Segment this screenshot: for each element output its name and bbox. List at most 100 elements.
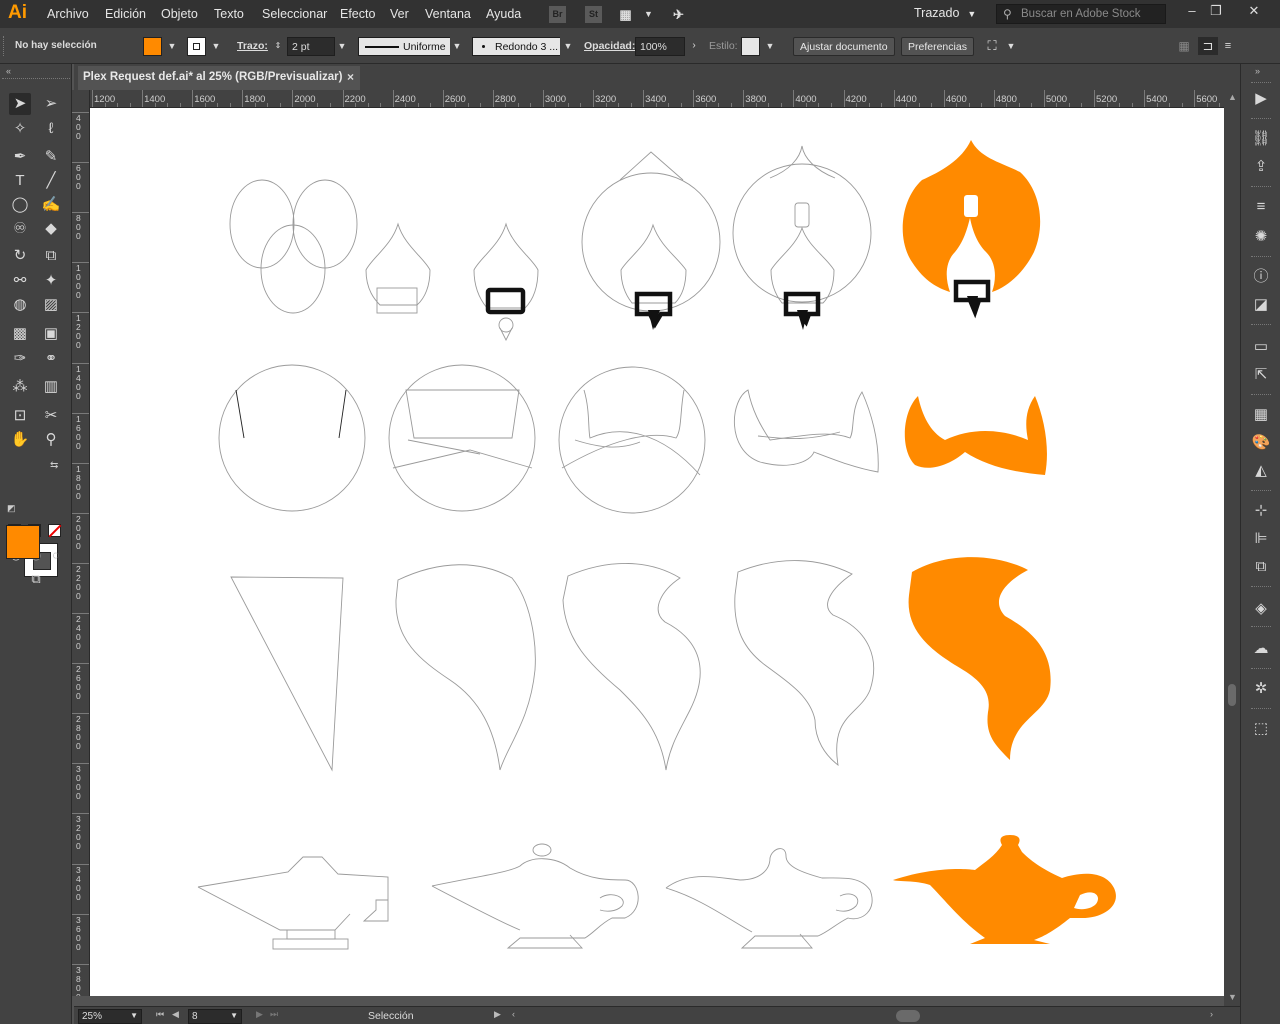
- scroll-up-icon[interactable]: ▲: [1228, 92, 1237, 102]
- transparency-icon[interactable]: ◪: [1250, 294, 1272, 316]
- stepper-icon[interactable]: ⇕: [272, 37, 284, 55]
- scroll-thumb[interactable]: [1228, 684, 1236, 706]
- bridge-icon[interactable]: Br: [549, 6, 566, 23]
- close-icon[interactable]: ×: [347, 70, 354, 84]
- canvas[interactable]: [90, 108, 1224, 996]
- workspace-switcher[interactable]: Trazado ▼: [914, 6, 976, 20]
- shape-builder-tool-icon[interactable]: ◍: [9, 294, 31, 316]
- vertical-scrollbar[interactable]: ▲ ▼: [1224, 90, 1240, 1006]
- menu-ver[interactable]: Ver: [390, 7, 409, 21]
- panel-grip[interactable]: [1251, 186, 1271, 189]
- panel-grip[interactable]: [1251, 82, 1271, 85]
- fill-color-swatch[interactable]: [6, 525, 40, 559]
- rotate-tool-icon[interactable]: ↻: [9, 245, 31, 267]
- eraser-tool-icon[interactable]: ◆: [40, 218, 62, 240]
- menu-edicion[interactable]: Edición: [105, 7, 146, 21]
- direct-selection-tool-icon[interactable]: ➢: [40, 93, 62, 115]
- stock-icon[interactable]: St: [585, 6, 602, 23]
- collapse-icon[interactable]: «: [6, 66, 11, 76]
- panel-grip[interactable]: [1251, 394, 1271, 397]
- align-icon[interactable]: ▦: [1176, 37, 1192, 55]
- scroll-left-icon[interactable]: ‹: [512, 1009, 515, 1019]
- symbol-sprayer-tool-icon[interactable]: ⁂: [9, 376, 31, 398]
- graph-tool-icon[interactable]: ▥: [40, 376, 62, 398]
- asset-export-icon[interactable]: ⇪: [1250, 156, 1272, 178]
- paintbrush-tool-icon[interactable]: ✍: [40, 194, 62, 216]
- last-artboard-icon[interactable]: ⏭: [270, 1009, 278, 1020]
- chevron-down-icon[interactable]: ▼: [230, 1011, 238, 1020]
- color-palette-icon[interactable]: 🎨: [1250, 432, 1272, 454]
- opacity-field[interactable]: 100%: [635, 37, 685, 56]
- stroke-weight-field[interactable]: 2 pt: [287, 37, 335, 56]
- panel-grip[interactable]: [2, 78, 70, 82]
- fill-swatch[interactable]: [143, 37, 162, 56]
- panel-grip[interactable]: [1251, 490, 1271, 493]
- chevron-down-icon[interactable]: ▼: [764, 37, 776, 55]
- chevron-down-icon[interactable]: ▼: [1005, 37, 1017, 55]
- line-tool-icon[interactable]: ╱: [40, 170, 62, 192]
- appearance-icon[interactable]: ✺: [1250, 226, 1272, 248]
- graphic-style-swatch[interactable]: [741, 37, 760, 56]
- color-guide-icon[interactable]: ◭: [1250, 460, 1272, 482]
- status-menu-icon[interactable]: ▶: [494, 1009, 501, 1020]
- puppet-warp-tool-icon[interactable]: ✦: [40, 270, 62, 292]
- links-icon[interactable]: ⛓: [1250, 128, 1272, 150]
- scale-tool-icon[interactable]: ⧉: [40, 245, 62, 267]
- swatches-icon[interactable]: ▦: [1250, 404, 1272, 426]
- select-similar-icon[interactable]: ⛶: [984, 37, 1000, 55]
- gradient-icon[interactable]: ▭: [1250, 336, 1272, 358]
- menu-archivo[interactable]: Archivo: [47, 7, 89, 21]
- close-icon[interactable]: ✕: [1246, 3, 1262, 19]
- pathfinder-icon[interactable]: ⧉: [1250, 556, 1272, 578]
- expand-panels-icon[interactable]: »: [1255, 66, 1260, 76]
- menu-ayuda[interactable]: Ayuda: [486, 7, 521, 21]
- panel-toggle-icon[interactable]: ⊐: [1198, 37, 1218, 55]
- panel-grip[interactable]: [1251, 324, 1271, 327]
- chevron-down-icon[interactable]: ▼: [640, 6, 657, 23]
- menu-seleccionar[interactable]: Seleccionar: [262, 7, 327, 21]
- scroll-down-icon[interactable]: ▼: [1228, 992, 1237, 1002]
- stroke-profile-select[interactable]: Uniforme: [358, 37, 462, 56]
- 3d-icon[interactable]: ⬚: [1250, 718, 1272, 740]
- artboard[interactable]: [90, 108, 1224, 996]
- arrange-documents-icon[interactable]: ▦: [617, 6, 634, 23]
- minimize-icon[interactable]: –: [1184, 3, 1200, 19]
- swap-colors-icon[interactable]: ⇆: [50, 460, 58, 471]
- panel-grip[interactable]: [1251, 626, 1271, 629]
- chevron-down-icon[interactable]: ▼: [130, 1011, 138, 1020]
- panel-grip[interactable]: [1251, 586, 1271, 589]
- draw-inside-icon[interactable]: ◌: [45, 544, 67, 566]
- hand-tool-icon[interactable]: ✋: [9, 429, 31, 451]
- chevron-down-icon[interactable]: ▼: [560, 37, 576, 56]
- zoom-field[interactable]: 25% ▼: [78, 1009, 142, 1024]
- chevron-down-icon[interactable]: ▼: [210, 37, 222, 55]
- curvature-tool-icon[interactable]: ✎: [40, 146, 62, 168]
- artwork[interactable]: [90, 108, 1224, 996]
- none-mode-icon[interactable]: [48, 524, 62, 538]
- align-icon[interactable]: ⊫: [1250, 528, 1272, 550]
- gradient-tool-icon[interactable]: ▣: [40, 323, 62, 345]
- panel-grip[interactable]: [1251, 668, 1271, 671]
- chevron-down-icon[interactable]: ▼: [450, 37, 464, 56]
- pen-tool-icon[interactable]: ✒: [9, 146, 31, 168]
- properties-icon[interactable]: ≡: [1250, 196, 1272, 218]
- type-tool-icon[interactable]: T: [9, 170, 31, 192]
- chevron-down-icon[interactable]: ▼: [166, 37, 178, 55]
- stock-search-input[interactable]: ⚲ Buscar en Adobe Stock: [996, 4, 1166, 24]
- panel-grip[interactable]: [1251, 118, 1271, 121]
- prev-artboard-icon[interactable]: ◀: [172, 1009, 179, 1020]
- menu-efecto[interactable]: Efecto: [340, 7, 375, 21]
- menu-ventana[interactable]: Ventana: [425, 7, 471, 21]
- export-icon[interactable]: ⇱: [1250, 364, 1272, 386]
- perspective-grid-tool-icon[interactable]: ▨: [40, 294, 62, 316]
- scroll-right-icon[interactable]: ›: [1210, 1009, 1213, 1019]
- play-action-icon[interactable]: ▶: [1250, 88, 1272, 110]
- stroke-swatch[interactable]: [187, 37, 206, 56]
- stroke-label[interactable]: Trazo:: [237, 40, 268, 52]
- preferences-button[interactable]: Preferencias: [901, 37, 974, 56]
- selection-tool-icon[interactable]: ➤: [9, 93, 31, 115]
- symbols-icon[interactable]: ✲: [1250, 678, 1272, 700]
- first-artboard-icon[interactable]: ⏮: [156, 1009, 164, 1020]
- artboard-number-field[interactable]: 8 ▼: [188, 1009, 242, 1024]
- brush-definition-select[interactable]: Redondo 3 ...: [472, 37, 564, 56]
